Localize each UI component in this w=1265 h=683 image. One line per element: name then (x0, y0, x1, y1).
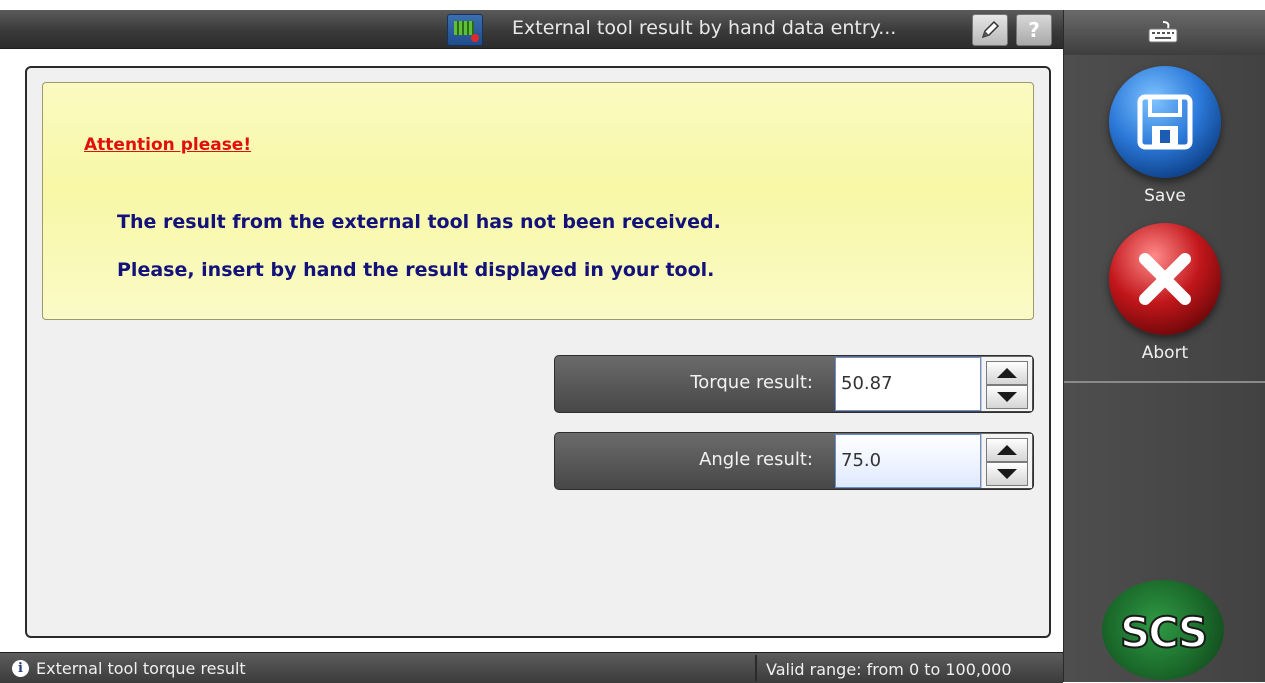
status-bar: i External tool torque result Valid rang… (0, 652, 1063, 683)
torque-result-label: Torque result: (690, 372, 813, 393)
status-hint: i External tool torque result (12, 659, 246, 678)
torque-result-field: Torque result: 50.87 (554, 355, 1034, 413)
logo-text: SCS (1119, 607, 1209, 658)
arrow-up-icon (997, 368, 1017, 378)
window-title: External tool result by hand data entry.… (512, 17, 897, 39)
scs-logo: SCS (1102, 580, 1224, 680)
status-hint-text: External tool torque result (36, 659, 246, 678)
abort-button[interactable]: Abort (1064, 223, 1265, 363)
pencil-icon (981, 20, 1000, 39)
arrow-up-icon (997, 445, 1017, 455)
abort-label: Abort (1141, 343, 1189, 363)
arrow-down-icon (997, 392, 1017, 402)
tool-monitor-icon (447, 14, 483, 46)
arrow-down-icon (997, 469, 1017, 479)
help-button[interactable]: ? (1016, 14, 1052, 46)
status-divider (755, 655, 757, 681)
notice-message-1: The result from the external tool has no… (117, 211, 721, 233)
torque-stepper (981, 357, 1032, 411)
attention-notice: Attention please! The result from the ex… (42, 82, 1034, 320)
valid-range-text: Valid range: from 0 to 100,000 (766, 660, 1012, 679)
torque-result-input[interactable]: 50.87 (835, 357, 981, 411)
title-bar: External tool result by hand data entry.… (0, 10, 1063, 49)
main-panel: Attention please! The result from the ex… (25, 66, 1051, 638)
keyboard-button[interactable] (1064, 10, 1265, 55)
save-button[interactable]: Save (1064, 66, 1265, 206)
torque-decrement-button[interactable] (986, 385, 1028, 409)
action-sidebar: Save Abort SCS (1063, 10, 1265, 682)
angle-result-label: Angle result: (699, 449, 813, 470)
notice-message-2: Please, insert by hand the result displa… (117, 259, 715, 281)
angle-result-field: Angle result: 75.0 (554, 432, 1034, 490)
angle-result-input[interactable]: 75.0 (835, 434, 981, 488)
angle-stepper (981, 434, 1032, 488)
close-x-icon (1109, 223, 1221, 335)
keyboard-icon (1148, 21, 1178, 43)
torque-increment-button[interactable] (986, 361, 1028, 385)
floppy-disk-icon (1109, 66, 1221, 178)
angle-increment-button[interactable] (986, 438, 1028, 462)
edit-button[interactable] (972, 14, 1008, 46)
help-icon: ? (1028, 18, 1040, 42)
info-icon: i (12, 660, 29, 677)
sidebar-divider (1064, 381, 1265, 383)
save-label: Save (1144, 186, 1186, 206)
notice-heading: Attention please! (84, 135, 252, 155)
angle-decrement-button[interactable] (986, 462, 1028, 486)
